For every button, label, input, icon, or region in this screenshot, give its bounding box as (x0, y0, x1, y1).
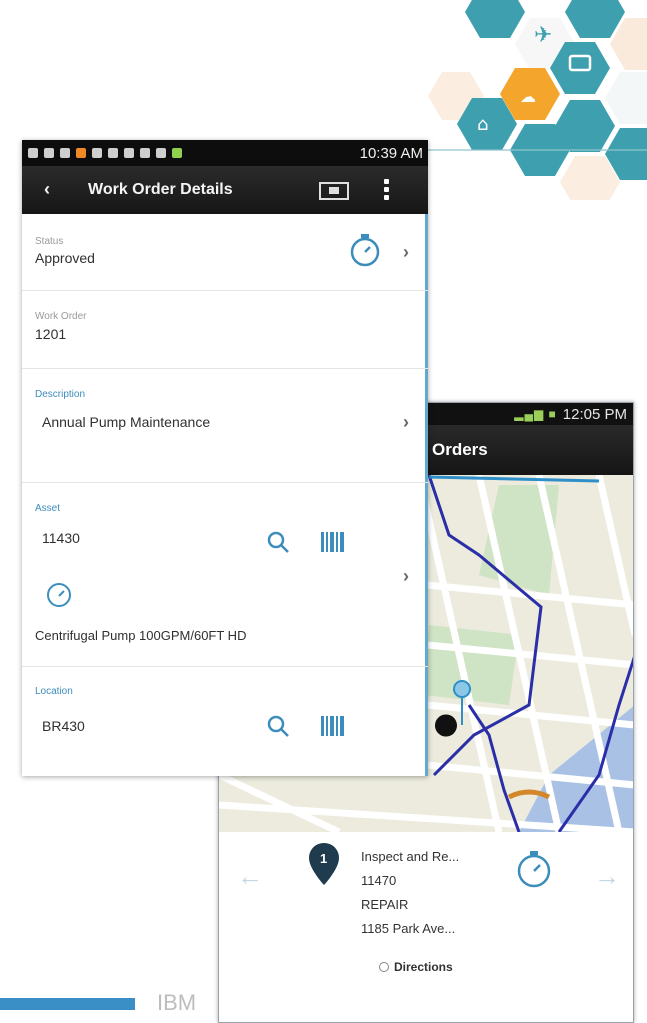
asset-label: Asset (35, 503, 61, 514)
svg-text:✈: ✈ (534, 23, 552, 48)
search-icon[interactable] (266, 714, 290, 738)
decorative-hexagons: ✈ ☁ ⌂ (420, 0, 647, 200)
folder-icon[interactable] (319, 180, 349, 200)
directions-link[interactable]: Directions (379, 960, 453, 974)
stopwatch-icon[interactable] (347, 232, 383, 268)
notification-icon (60, 148, 70, 158)
app-icon (76, 148, 86, 158)
arrow-right-icon[interactable]: → (594, 861, 620, 892)
divider (22, 368, 428, 369)
status-label: Status (35, 236, 64, 247)
screen-title: Work Order Details (88, 181, 233, 198)
search-icon[interactable] (266, 530, 290, 554)
directions-icon (379, 962, 389, 972)
chevron-right-icon[interactable]: › (403, 566, 409, 587)
title-bar: ‹ Work Order Details (22, 166, 428, 214)
back-icon[interactable]: ‹ (44, 179, 50, 200)
work-order-value: 1201 (35, 326, 67, 342)
brand-text: IBM (157, 990, 197, 1015)
screen-title: Orders (432, 440, 488, 459)
scroll-indicator (425, 214, 428, 776)
usb-icon (28, 148, 38, 158)
card-title: Inspect and Re... (361, 849, 460, 864)
battery-icon (172, 148, 182, 158)
document-icon (124, 148, 134, 158)
barcode-icon[interactable] (320, 530, 346, 554)
mail-icon (140, 148, 150, 158)
status-value: Approved (35, 250, 95, 266)
wifi-icon (156, 148, 166, 158)
brand-bar (0, 998, 135, 1010)
status-bar: 10:39 AM (22, 140, 428, 166)
work-order-card[interactable]: ← 1 Inspect and Re... 11470 REPAIR 1185 … (219, 833, 633, 1022)
description-value: Annual Pump Maintenance (42, 414, 211, 430)
directions-label: Directions (394, 960, 453, 974)
asset-description: Centrifugal Pump 100GPM/60FT HD (35, 628, 247, 643)
asset-value: 11430 (42, 530, 80, 546)
cloud-icon (92, 148, 102, 158)
status-time: 10:39 AM (359, 144, 423, 162)
signal-battery-icon: ▂▄▆ ■ (514, 407, 557, 421)
notification-icons (28, 148, 182, 158)
divider (22, 482, 428, 483)
pin-number: 1 (320, 851, 328, 866)
card-number: 11470 (361, 873, 397, 888)
chevron-right-icon[interactable]: › (403, 242, 409, 263)
status-time: 12:05 PM (562, 405, 627, 423)
location-value: BR430 (42, 718, 85, 734)
meter-icon[interactable] (44, 582, 74, 608)
svg-text:☁: ☁ (520, 87, 536, 106)
calendar-icon (108, 148, 118, 158)
card-type: REPAIR (361, 897, 409, 912)
work-order-details-screen: 10:39 AM ‹ Work Order Details Status App… (22, 140, 428, 776)
sync-icon (44, 148, 54, 158)
divider (22, 290, 428, 291)
description-label: Description (35, 389, 86, 400)
arrow-left-icon[interactable]: ← (237, 861, 263, 892)
card-address: 1185 Park Ave... (361, 921, 456, 936)
overflow-menu-icon[interactable] (384, 179, 390, 203)
svg-text:⌂: ⌂ (477, 114, 488, 135)
barcode-icon[interactable] (320, 714, 346, 738)
work-order-label: Work Order (35, 311, 87, 322)
location-label: Location (35, 686, 73, 697)
chevron-right-icon[interactable]: › (403, 412, 409, 433)
divider (22, 666, 428, 667)
stopwatch-icon[interactable] (514, 849, 554, 889)
